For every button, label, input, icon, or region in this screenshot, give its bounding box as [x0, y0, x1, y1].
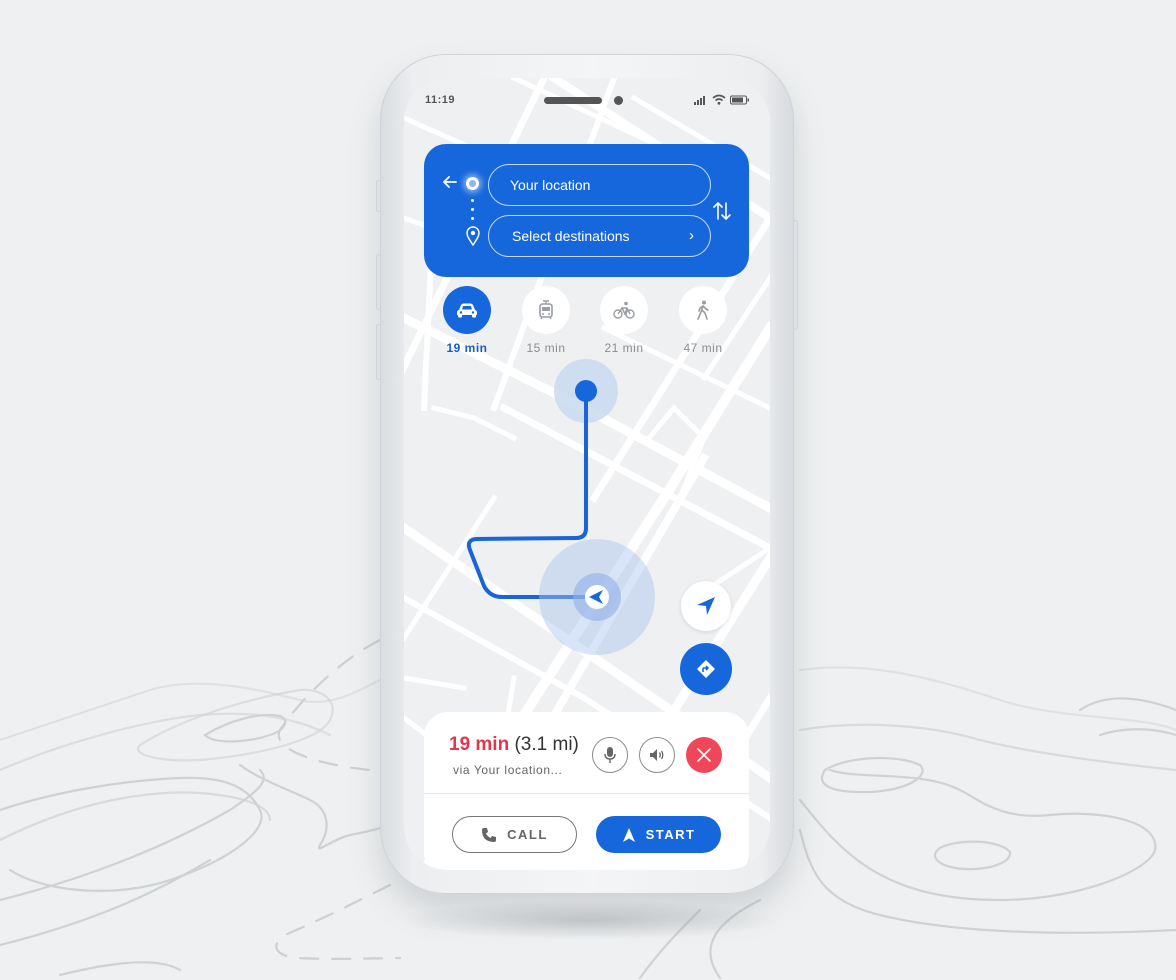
directions-button[interactable]	[680, 643, 732, 695]
sheet-divider	[424, 793, 749, 794]
my-location-button[interactable]	[681, 581, 731, 631]
location-pin-icon	[466, 226, 480, 246]
swap-vertical-icon[interactable]	[711, 199, 733, 223]
origin-dot-icon	[466, 177, 479, 190]
phone-side-button	[376, 180, 381, 212]
phone-screen: 11:19 Your location Select destinations …	[404, 78, 770, 870]
microphone-button[interactable]	[592, 737, 628, 773]
microphone-icon	[604, 747, 616, 763]
location-arrow-icon	[697, 597, 715, 615]
arrow-left-icon[interactable]	[440, 172, 460, 192]
origin-input[interactable]: Your location	[488, 164, 711, 206]
mode-car[interactable]: 19 min	[442, 286, 492, 355]
transport-mode-selector: 19 min 15 min 21 min 47 min	[442, 286, 742, 356]
eta-time: 19 min	[449, 734, 510, 755]
earpiece-speaker	[544, 97, 602, 104]
phone-frame: 11:19 Your location Select destinations …	[376, 54, 798, 894]
origin-value: Your location	[510, 177, 591, 193]
call-label: CALL	[507, 827, 548, 842]
speaker-icon	[650, 749, 664, 761]
start-label: START	[645, 827, 696, 842]
wifi-icon	[712, 94, 726, 105]
mode-walk-duration: 47 min	[683, 341, 723, 355]
route-search-card: Your location Select destinations ›	[424, 144, 749, 277]
mode-bike[interactable]: 21 min	[599, 286, 649, 355]
mode-bike-duration: 21 min	[604, 341, 644, 355]
close-icon	[697, 748, 711, 762]
chevron-right-icon: ›	[689, 227, 694, 244]
phone-shadow	[400, 900, 780, 940]
walking-icon	[697, 300, 709, 320]
phone-icon	[482, 827, 497, 842]
front-camera	[614, 96, 623, 105]
phone-power-button	[793, 220, 798, 330]
sound-button[interactable]	[639, 737, 675, 773]
battery-icon	[730, 95, 749, 104]
phone-volume-up	[376, 254, 381, 310]
eta-summary: 19 min (3.1 mi)	[449, 734, 579, 756]
mode-transit-duration: 15 min	[526, 341, 566, 355]
signal-icon	[694, 95, 705, 105]
destination-marker	[575, 380, 597, 402]
route-via-text: via Your location...	[453, 763, 563, 777]
bicycle-icon	[613, 301, 635, 319]
status-bar: 11:19	[404, 78, 770, 122]
car-icon	[457, 303, 477, 318]
destination-placeholder: Select destinations	[512, 228, 630, 244]
status-icons	[694, 94, 750, 105]
route-connector-dots	[471, 199, 474, 229]
start-button[interactable]: START	[596, 816, 721, 853]
mode-car-duration: 19 min	[446, 341, 488, 355]
navigation-arrow-up-icon	[622, 827, 635, 842]
call-button[interactable]: CALL	[452, 816, 577, 853]
destination-input[interactable]: Select destinations ›	[488, 215, 711, 257]
trip-summary-sheet: 19 min (3.1 mi) via Your location... CAL…	[424, 712, 749, 870]
close-button[interactable]	[686, 737, 722, 773]
eta-distance: (3.1 mi)	[514, 734, 579, 755]
mode-walk[interactable]: 47 min	[678, 286, 728, 355]
directions-turn-icon	[697, 660, 715, 678]
tram-icon	[539, 300, 553, 320]
mode-transit[interactable]: 15 min	[521, 286, 571, 355]
status-time: 11:19	[425, 94, 456, 106]
phone-volume-down	[376, 324, 381, 380]
